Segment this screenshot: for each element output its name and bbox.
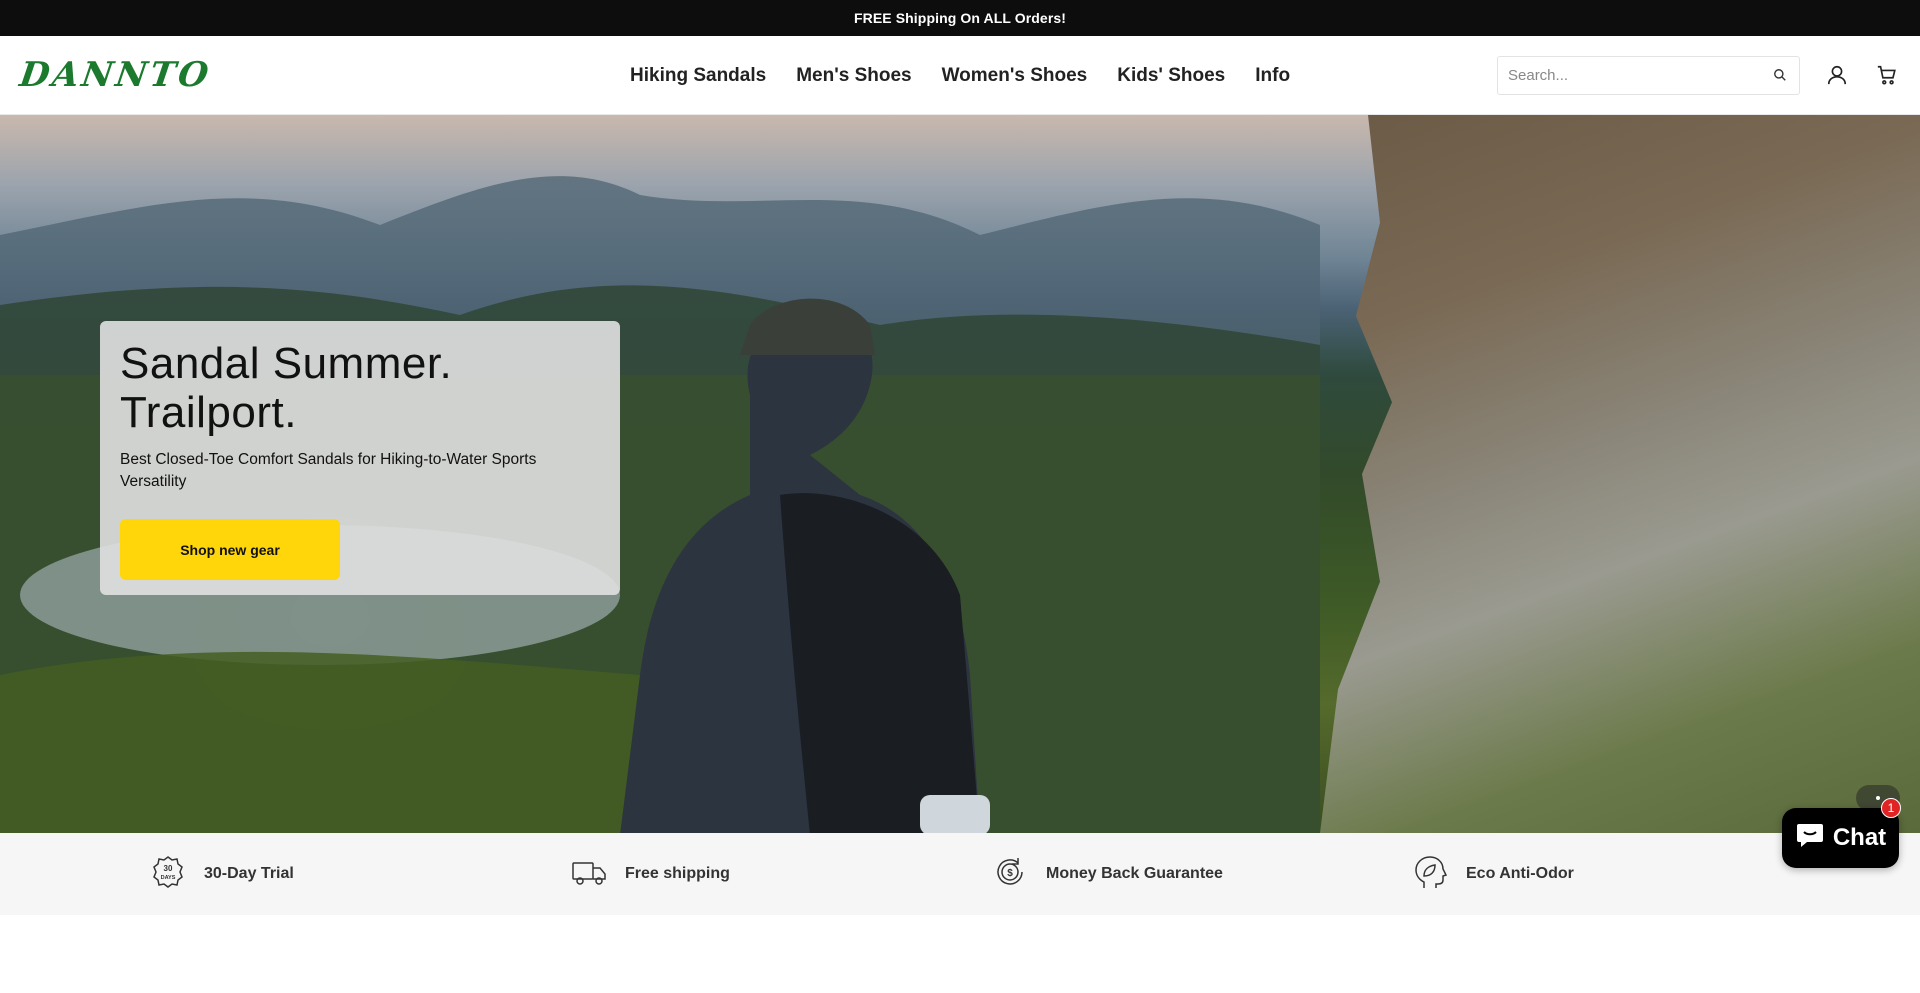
leaf-head-icon xyxy=(1412,854,1448,895)
announcement-bar: FREE Shipping On ALL Orders! xyxy=(0,0,1920,36)
promo-card: Sandal Summer. Trailport. Best Closed-To… xyxy=(100,321,620,595)
chat-label: Chat xyxy=(1832,824,1887,851)
money-back-icon: $ xyxy=(992,854,1028,895)
feature-label: Eco Anti-Odor xyxy=(1466,865,1574,882)
hero-banner: Sandal Summer. Trailport. Best Closed-To… xyxy=(0,115,1920,833)
main-nav: Hiking Sandals Men's Shoes Women's Shoes… xyxy=(630,36,1290,115)
header-actions xyxy=(1497,55,1900,95)
logo-text: DANNTO xyxy=(17,55,214,95)
nav-info[interactable]: Info xyxy=(1255,65,1290,87)
announcement-text: FREE Shipping On ALL Orders! xyxy=(853,10,1067,26)
logo[interactable]: DANNTO xyxy=(17,55,230,95)
feature-label: 30-Day Trial xyxy=(204,865,294,882)
feature-shipping: Free shipping xyxy=(571,833,730,915)
feature-eco: Eco Anti-Odor xyxy=(1412,833,1574,915)
promo-title: Sandal Summer. Trailport. xyxy=(120,339,600,437)
account-icon[interactable] xyxy=(1824,62,1850,88)
svg-text:30: 30 xyxy=(164,864,173,873)
hiking-feet-image xyxy=(1320,115,1920,833)
svg-text:$: $ xyxy=(1007,868,1013,879)
search-input[interactable] xyxy=(1508,66,1771,84)
feature-label: Money Back Guarantee xyxy=(1046,865,1223,882)
promo-title-line1: Sandal Summer. xyxy=(120,339,453,388)
feature-money-back: $ Money Back Guarantee xyxy=(992,833,1223,915)
chat-notification-badge: 1 xyxy=(1881,798,1901,818)
feature-label: Free shipping xyxy=(625,865,730,882)
svg-text:DAYS: DAYS xyxy=(161,875,176,881)
promo-title-line2: Trailport. xyxy=(120,388,297,437)
search-icon[interactable] xyxy=(1771,66,1789,84)
features-bar: 30 DAYS 30-Day Trial Free shipping $ Mone… xyxy=(0,833,1920,915)
nav-mens-shoes[interactable]: Men's Shoes xyxy=(796,65,911,87)
chat-button[interactable]: Chat 1 xyxy=(1782,798,1901,868)
promo-subtitle: Best Closed-Toe Comfort Sandals for Hiki… xyxy=(120,451,537,490)
shop-new-gear-button[interactable]: Shop new gear xyxy=(120,519,340,580)
nav-womens-shoes[interactable]: Women's Shoes xyxy=(942,65,1088,87)
slider-dot-icon xyxy=(1876,796,1880,800)
cart-icon[interactable] xyxy=(1874,62,1900,88)
30-days-icon: 30 DAYS xyxy=(150,854,186,895)
feature-trial: 30 DAYS 30-Day Trial xyxy=(150,833,294,915)
nav-hiking-sandals[interactable]: Hiking Sandals xyxy=(630,65,766,87)
hiker-silhouette xyxy=(620,298,990,833)
chat-bubble-icon xyxy=(1795,821,1825,856)
nav-kids-shoes[interactable]: Kids' Shoes xyxy=(1117,65,1225,87)
truck-icon xyxy=(571,854,607,895)
site-header: DANNTO Hiking Sandals Men's Shoes Women'… xyxy=(0,36,1920,115)
search-box xyxy=(1497,55,1800,95)
